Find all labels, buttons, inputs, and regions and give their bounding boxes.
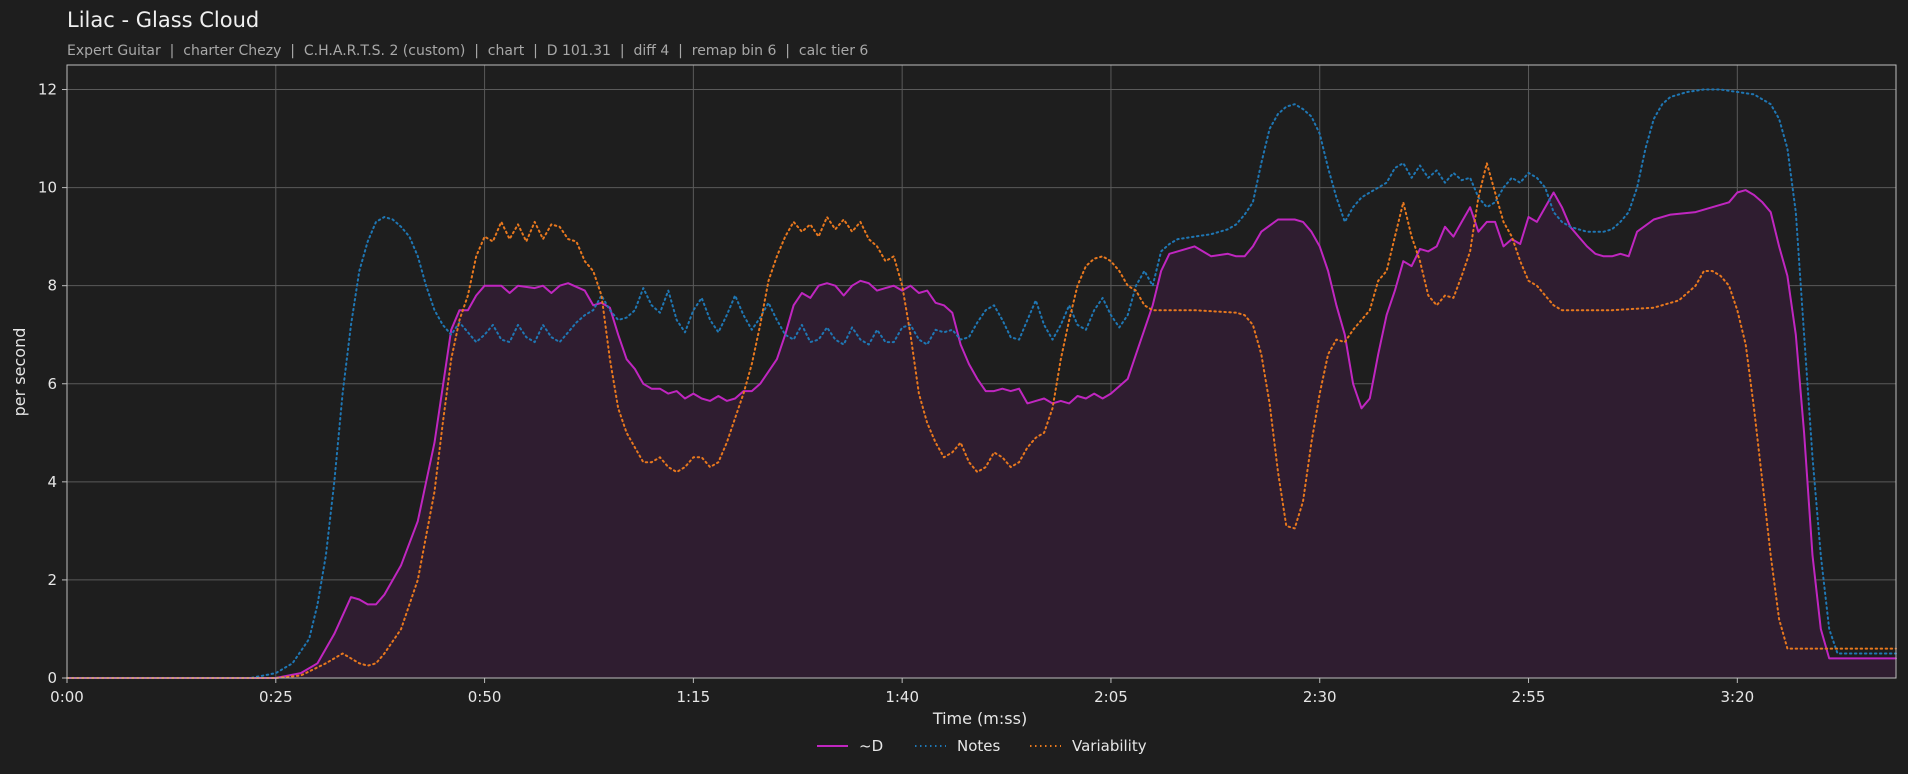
x-tick-label: 0:00 (50, 688, 84, 706)
x-tick-label: 3:20 (1720, 688, 1754, 706)
x-tick-label: 2:55 (1512, 688, 1546, 706)
chart-title: Lilac - Glass Cloud (67, 8, 259, 32)
x-tick-label: 0:50 (468, 688, 502, 706)
y-tick-label: 8 (47, 277, 57, 295)
x-tick-label: 1:15 (677, 688, 711, 706)
chart-subtitle: Expert Guitar | charter Chezy | C.H.A.R.… (67, 43, 868, 59)
chart-canvas: Lilac - Glass Cloud Expert Guitar | char… (0, 0, 1908, 774)
legend-label: ~D (859, 737, 883, 755)
x-tick-label: 0:25 (259, 688, 293, 706)
y-axis-label: per second (10, 328, 29, 417)
x-tick-label: 1:40 (885, 688, 919, 706)
legend-label: Variability (1072, 737, 1147, 755)
y-tick-label: 4 (47, 473, 57, 491)
legend: ~D Notes Variability (817, 737, 1147, 755)
y-tick-label: 2 (47, 571, 57, 589)
y-tick-label: 6 (47, 375, 57, 393)
x-tick-label: 2:30 (1303, 688, 1337, 706)
legend-label: Notes (957, 737, 1001, 755)
x-tick-label: 2:05 (1094, 688, 1128, 706)
y-tick-label: 0 (47, 669, 57, 687)
y-tick-label: 10 (38, 179, 57, 197)
y-tick-label: 12 (38, 81, 57, 99)
x-axis-label: Time (m:ss) (932, 709, 1027, 728)
